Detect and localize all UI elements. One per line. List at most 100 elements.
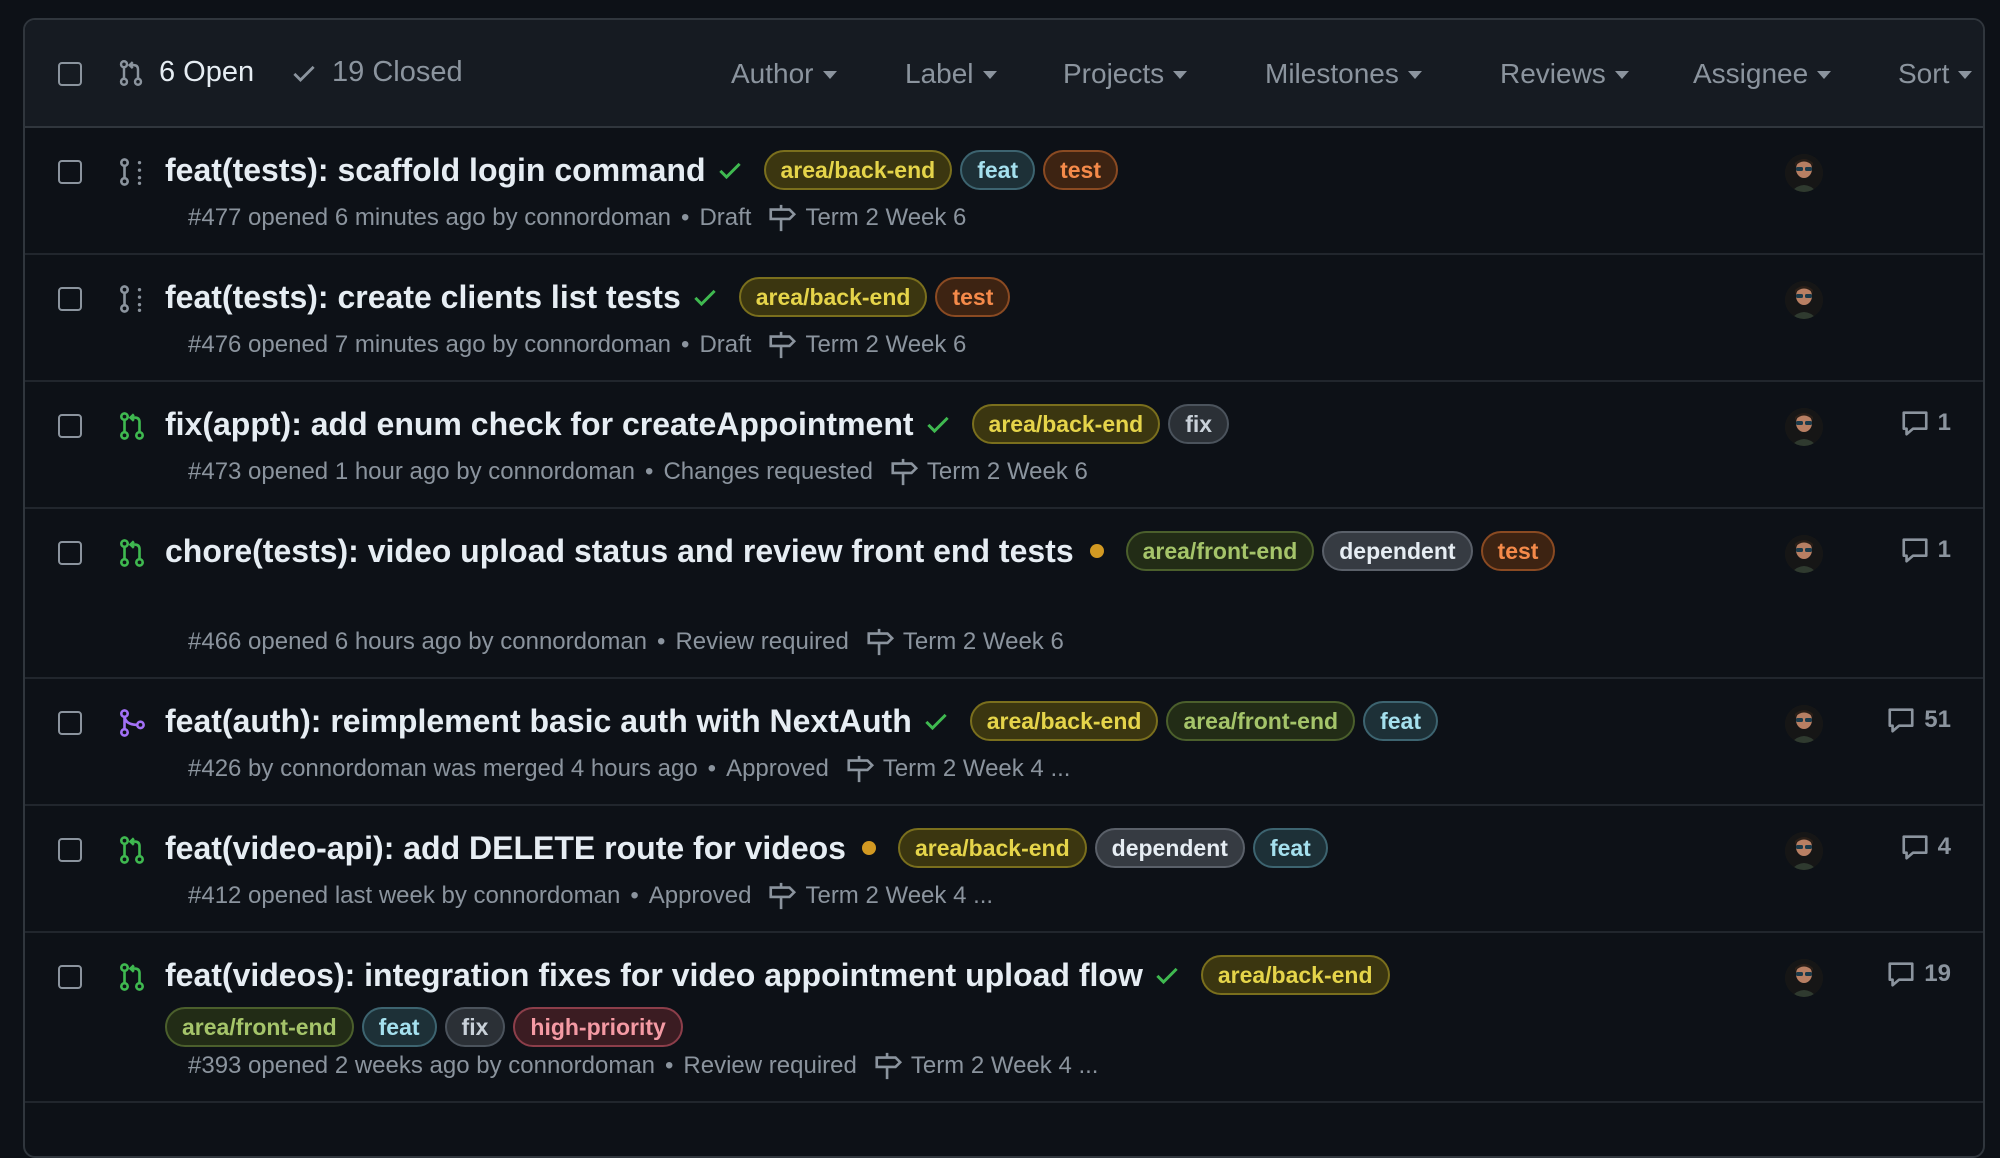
label-feat[interactable]: feat: [361, 1007, 437, 1047]
review-status[interactable]: Draft: [699, 331, 751, 359]
pr-title-link[interactable]: chore(tests): video upload status and re…: [165, 533, 1074, 570]
label-area-back-end[interactable]: area/back-end: [1200, 955, 1390, 995]
comments-link[interactable]: 19: [1886, 959, 1951, 989]
assignee-avatar[interactable]: [1785, 281, 1823, 319]
pr-title-link[interactable]: feat(auth): reimplement basic auth with …: [165, 703, 912, 740]
assignee-avatar[interactable]: [1785, 705, 1823, 743]
row-checkbox[interactable]: [58, 711, 82, 735]
pr-title-link[interactable]: feat(video-api): add DELETE route for vi…: [165, 830, 846, 867]
label-dependent[interactable]: dependent: [1094, 828, 1245, 868]
review-status[interactable]: Approved: [726, 755, 829, 783]
label-area-front-end[interactable]: area/front-end: [1166, 701, 1356, 741]
label-fix[interactable]: fix: [444, 1007, 506, 1047]
row-checkbox[interactable]: [58, 287, 82, 311]
projects-filter[interactable]: Projects: [1063, 58, 1188, 90]
pr-opened-info: #473 opened 1 hour ago by connordoman: [188, 458, 636, 485]
label-area-back-end[interactable]: area/back-end: [897, 828, 1087, 868]
label-test[interactable]: test: [1043, 150, 1119, 190]
author-filter[interactable]: Author: [731, 58, 837, 90]
label-test[interactable]: test: [935, 277, 1011, 317]
check-success-icon[interactable]: [691, 283, 719, 311]
row-checkbox[interactable]: [58, 160, 82, 184]
review-status[interactable]: Review required: [683, 1052, 856, 1080]
milestone-link[interactable]: Term 2 Week 6: [767, 203, 966, 233]
review-status[interactable]: Draft: [699, 204, 751, 232]
reviews-filter[interactable]: Reviews: [1500, 58, 1629, 90]
assignee-filter[interactable]: Assignee: [1693, 58, 1832, 90]
check-pending-icon[interactable]: [861, 841, 876, 855]
milestone-link[interactable]: Term 2 Week 4 ...: [845, 754, 1070, 784]
closed-filter[interactable]: 19 Closed: [290, 56, 463, 89]
label-fix[interactable]: fix: [1168, 404, 1230, 444]
pr-title-link[interactable]: feat(tests): create clients list tests: [165, 279, 681, 316]
label-feat[interactable]: feat: [1363, 701, 1438, 741]
label-area-back-end[interactable]: area/back-end: [738, 277, 928, 317]
check-icon: [293, 65, 315, 82]
milestone-icon: [845, 754, 883, 784]
label-filter[interactable]: Label: [905, 58, 997, 90]
select-all-checkbox[interactable]: [58, 62, 82, 86]
label-area-back-end[interactable]: area/back-end: [969, 701, 1159, 741]
pull-request-row[interactable]: feat(video-api): add DELETE route for vi…: [25, 806, 1983, 933]
milestone-link[interactable]: Term 2 Week 6: [767, 330, 966, 360]
pull-request-row[interactable]: chore(tests): video upload status and re…: [25, 509, 1983, 679]
assignee-avatar[interactable]: [1785, 535, 1823, 573]
milestone-link[interactable]: Term 2 Week 4 ...: [873, 1051, 1098, 1081]
title-line: feat(auth): reimplement basic auth with …: [165, 701, 1583, 741]
pull-request-row[interactable]: feat(videos): integration fixes for vide…: [25, 933, 1983, 1103]
check-success-icon[interactable]: [924, 410, 952, 438]
comments-link[interactable]: 4: [1900, 832, 1951, 862]
label-feat[interactable]: feat: [1252, 828, 1328, 868]
comments-link[interactable]: 1: [1900, 408, 1951, 438]
label-area-front-end[interactable]: area/front-end: [165, 1007, 354, 1047]
label-feat[interactable]: feat: [960, 150, 1036, 190]
row-checkbox[interactable]: [58, 414, 82, 438]
caret-down-icon: [1614, 71, 1629, 79]
pr-title-link[interactable]: feat(videos): integration fixes for vide…: [165, 957, 1143, 994]
label-area-back-end[interactable]: area/back-end: [763, 150, 953, 190]
label-high-priority[interactable]: high-priority: [513, 1007, 683, 1047]
pr-title-link[interactable]: feat(tests): scaffold login command: [165, 152, 706, 189]
milestone-icon: [873, 1051, 911, 1081]
closed-count: 19 Closed: [332, 56, 463, 88]
assignee-avatar[interactable]: [1785, 408, 1823, 446]
row-checkbox[interactable]: [58, 838, 82, 862]
review-status[interactable]: Changes requested: [663, 458, 872, 486]
comment-count: 19: [1924, 960, 1951, 987]
review-status[interactable]: Review required: [675, 628, 848, 656]
pull-request-row[interactable]: feat(auth): reimplement basic auth with …: [25, 679, 1983, 806]
milestones-filter[interactable]: Milestones: [1265, 58, 1422, 90]
pull-request-row[interactable]: fix(appt): add enum check for createAppo…: [25, 382, 1983, 509]
open-filter[interactable]: 6 Open: [117, 56, 254, 89]
separator-dot: •: [645, 458, 654, 485]
check-pending-icon[interactable]: [1089, 544, 1104, 558]
comments-link[interactable]: 1: [1900, 535, 1951, 565]
row-checkbox[interactable]: [58, 541, 82, 565]
separator-dot: •: [630, 882, 639, 909]
milestone-link[interactable]: Term 2 Week 4 ...: [767, 881, 993, 911]
assignee-avatar[interactable]: [1785, 154, 1823, 192]
open-count: 6 Open: [159, 56, 255, 88]
pr-title-link[interactable]: fix(appt): add enum check for createAppo…: [165, 406, 914, 443]
pull-request-row[interactable]: feat(tests): create clients list tests a…: [25, 255, 1983, 382]
milestone-link[interactable]: Term 2 Week 6: [889, 457, 1088, 487]
check-success-icon[interactable]: [922, 707, 950, 735]
comment-icon: [1886, 705, 1924, 735]
review-status[interactable]: Approved: [649, 882, 752, 910]
check-success-icon[interactable]: [1153, 961, 1181, 989]
caret-down-icon: [982, 71, 997, 79]
pr-meta: #412 opened last week by connordoman • A…: [188, 881, 993, 911]
milestone-link[interactable]: Term 2 Week 6: [865, 627, 1064, 657]
label-area-back-end[interactable]: area/back-end: [971, 404, 1161, 444]
label-area-front-end[interactable]: area/front-end: [1125, 531, 1315, 571]
label-dependent[interactable]: dependent: [1322, 531, 1473, 571]
sort-filter[interactable]: Sort: [1898, 58, 1973, 90]
comments-link[interactable]: 51: [1886, 705, 1951, 735]
title-line: feat(videos): integration fixes for vide…: [165, 955, 1583, 1047]
check-success-icon[interactable]: [716, 156, 744, 184]
assignee-avatar[interactable]: [1785, 959, 1823, 997]
pull-request-row[interactable]: feat(tests): scaffold login command area…: [25, 128, 1983, 255]
row-checkbox[interactable]: [58, 965, 82, 989]
assignee-avatar[interactable]: [1785, 832, 1823, 870]
label-test[interactable]: test: [1480, 531, 1556, 571]
